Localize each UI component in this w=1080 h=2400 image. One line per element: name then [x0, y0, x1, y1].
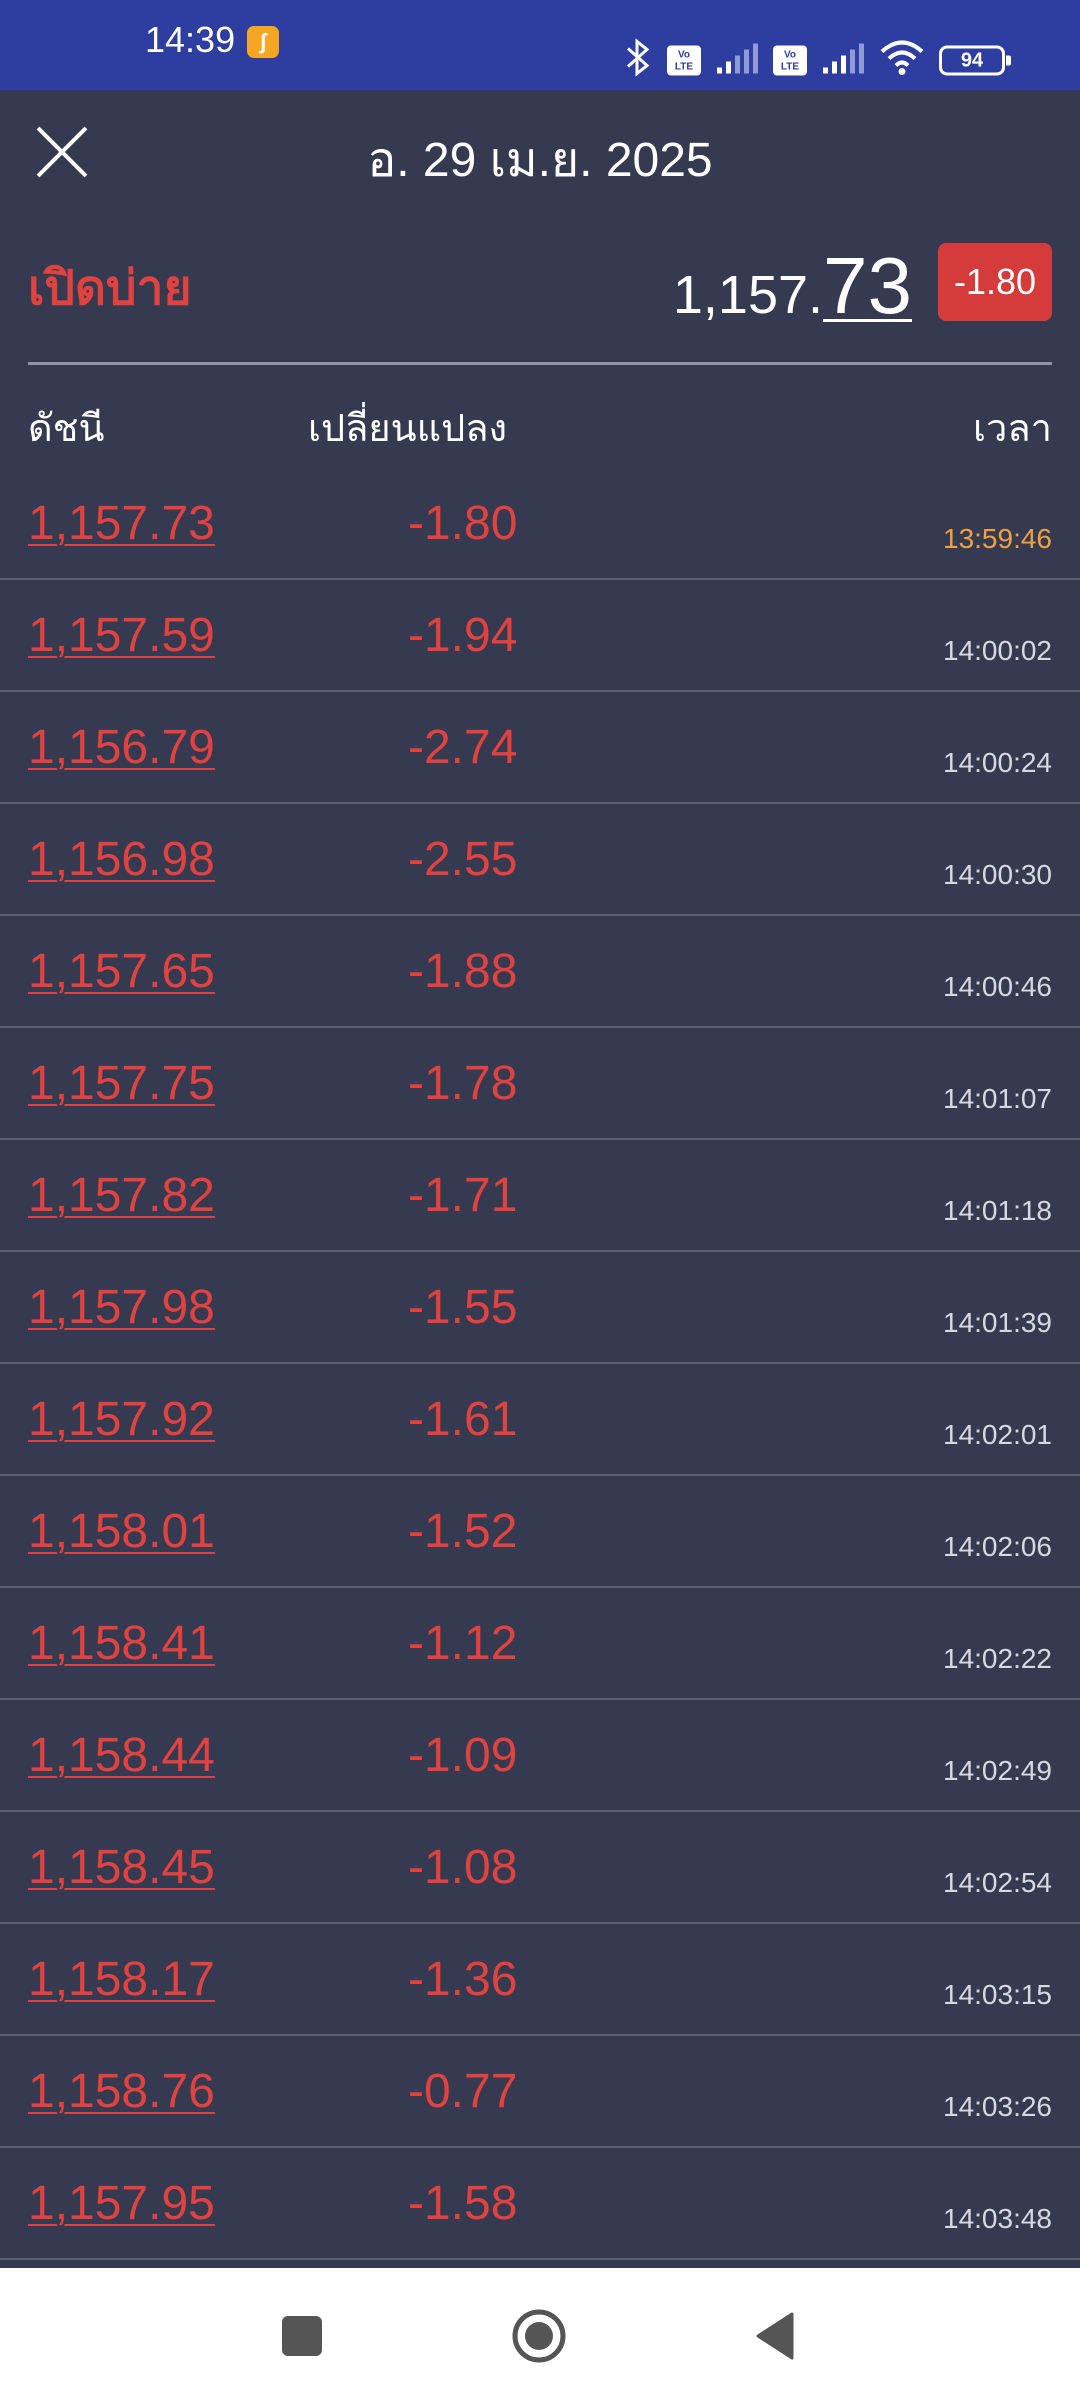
wifi-icon [879, 40, 925, 81]
table-row[interactable]: 1,158.17 -1.36 14:03:15 [0, 1924, 1080, 2036]
row-index-value[interactable]: 1,157.95 [28, 2176, 215, 2231]
row-index-value[interactable]: 1,158.76 [28, 2064, 215, 2119]
row-index-value[interactable]: 1,157.82 [28, 1168, 215, 1223]
row-change-value: -1.09 [408, 1729, 518, 1782]
row-time-value: 14:01:39 [943, 1307, 1052, 1338]
row-change-value: -1.36 [408, 1953, 518, 2006]
row-time-value: 14:03:26 [943, 2091, 1052, 2122]
signal-icon-2 [821, 42, 865, 79]
row-change-value: -1.78 [408, 1057, 518, 1110]
status-time: 14:39 [145, 19, 236, 60]
table-row[interactable]: 1,158.41 -1.12 14:02:22 [0, 1588, 1080, 1700]
table-row[interactable]: 1,158.01 -1.52 14:02:06 [0, 1476, 1080, 1588]
back-button[interactable] [748, 2308, 804, 2364]
row-index-value[interactable]: 1,157.59 [28, 608, 215, 663]
table-row[interactable]: 1,156.98 -2.55 14:00:30 [0, 804, 1080, 916]
table-row[interactable]: 1,157.98 -1.55 14:01:39 [0, 1252, 1080, 1364]
column-header-change: เปลี่ยนแปลง [308, 408, 508, 450]
row-change-value: -1.94 [408, 609, 518, 662]
status-bar: 14:39 ʃ Vo LTE Vo LTE 94 [0, 0, 1080, 90]
row-time-value: 14:02:01 [943, 1419, 1052, 1450]
row-time-value: 14:01:18 [943, 1195, 1052, 1226]
notification-app-icon: ʃ [247, 26, 279, 58]
row-index-value[interactable]: 1,156.79 [28, 720, 215, 775]
battery-icon: 94 [939, 45, 1011, 75]
row-change-value: -1.52 [408, 1505, 518, 1558]
row-time-value: 14:02:54 [943, 1867, 1052, 1898]
row-index-value[interactable]: 1,157.92 [28, 1392, 215, 1447]
system-nav-bar [0, 2268, 1080, 2400]
row-change-value: -0.77 [408, 2065, 518, 2118]
row-time-value: 14:02:06 [943, 1531, 1052, 1562]
table-row[interactable]: 1,157.65 -1.88 14:00:46 [0, 916, 1080, 1028]
table-row[interactable]: 1,157.82 -1.71 14:01:18 [0, 1140, 1080, 1252]
table-row[interactable]: 1,158.45 -1.08 14:02:54 [0, 1812, 1080, 1924]
table-row[interactable]: 1,157.73 -1.80 13:59:46 [0, 468, 1080, 580]
column-header-index: ดัชนี [28, 408, 105, 450]
table-row[interactable]: 1,157.92 -1.61 14:02:01 [0, 1364, 1080, 1476]
row-time-value: 14:00:30 [943, 859, 1052, 890]
divider [28, 362, 1052, 365]
row-time-value: 14:02:22 [943, 1643, 1052, 1674]
row-time-value: 14:00:46 [943, 971, 1052, 1002]
volte-icon-1: Vo LTE [667, 45, 701, 75]
row-index-value[interactable]: 1,157.98 [28, 1280, 215, 1335]
row-time-value: 14:00:02 [943, 635, 1052, 666]
table-row[interactable]: 1,157.95 -1.58 14:03:48 [0, 2148, 1080, 2260]
page-title: อ. 29 เม.ย. 2025 [367, 134, 713, 187]
session-label: เปิดบ่าย [28, 262, 192, 315]
row-change-value: -2.55 [408, 833, 518, 886]
row-time-value: 14:00:24 [943, 747, 1052, 778]
volte-icon-2: Vo LTE [773, 45, 807, 75]
current-index-value: 1,157. 73 [673, 240, 912, 332]
column-header-time: เวลา [973, 408, 1052, 450]
row-change-value: -1.58 [408, 2177, 518, 2230]
row-index-value[interactable]: 1,158.01 [28, 1504, 215, 1559]
row-time-value: 14:03:15 [943, 1979, 1052, 2010]
table-row[interactable]: 1,158.76 -0.77 14:03:26 [0, 2036, 1080, 2148]
home-button[interactable] [511, 2308, 567, 2364]
row-change-value: -1.55 [408, 1281, 518, 1334]
index-history-list: 1,157.73 -1.80 13:59:46 1,157.59 -1.94 14:00:… [0, 468, 1080, 2260]
row-index-value[interactable]: 1,157.65 [28, 944, 215, 999]
row-change-value: -1.88 [408, 945, 518, 998]
square-icon [282, 2316, 322, 2356]
table-row[interactable]: 1,157.75 -1.78 14:01:07 [0, 1028, 1080, 1140]
table-row[interactable]: 1,158.44 -1.09 14:02:49 [0, 1700, 1080, 1812]
status-icons: Vo LTE Vo LTE 94 [623, 38, 1011, 83]
table-row[interactable]: 1,156.79 -2.74 14:00:24 [0, 692, 1080, 804]
back-triangle-icon [756, 2312, 794, 2360]
row-index-value[interactable]: 1,158.17 [28, 1952, 215, 2007]
row-index-value[interactable]: 1,158.45 [28, 1840, 215, 1895]
row-index-value[interactable]: 1,158.44 [28, 1728, 215, 1783]
row-index-value[interactable]: 1,157.73 [28, 496, 215, 551]
row-index-value[interactable]: 1,157.75 [28, 1056, 215, 1111]
row-time-value: 14:02:49 [943, 1755, 1052, 1786]
row-change-value: -1.71 [408, 1169, 518, 1222]
row-time-value: 14:01:07 [943, 1083, 1052, 1114]
row-change-value: -1.12 [408, 1617, 518, 1670]
home-circle-icon [512, 2309, 566, 2363]
row-index-value[interactable]: 1,158.41 [28, 1616, 215, 1671]
current-index-integer: 1,157. [672, 265, 824, 325]
row-change-value: -1.80 [408, 497, 518, 550]
row-index-value[interactable]: 1,156.98 [28, 832, 215, 887]
current-index-decimal: 73 [823, 241, 912, 330]
row-time-value: 14:03:48 [943, 2203, 1052, 2234]
recents-button[interactable] [274, 2308, 330, 2364]
row-change-value: -1.61 [408, 1393, 518, 1446]
row-change-value: -2.74 [408, 721, 518, 774]
signal-icon-1 [715, 42, 759, 79]
row-change-value: -1.08 [408, 1841, 518, 1894]
bluetooth-icon [623, 38, 653, 83]
row-time-value: 13:59:46 [943, 523, 1052, 554]
table-row[interactable]: 1,157.59 -1.94 14:00:02 [0, 580, 1080, 692]
change-badge: -1.80 [938, 243, 1052, 321]
